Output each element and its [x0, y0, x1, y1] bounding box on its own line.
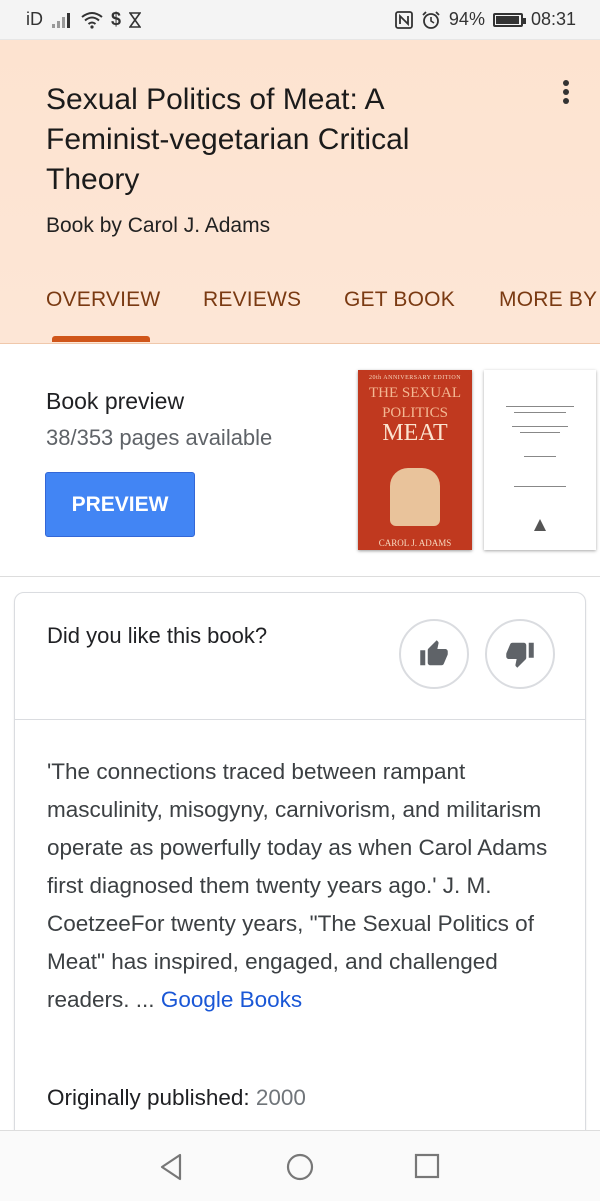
thumbs-up-icon [420, 640, 448, 666]
nfc-icon [395, 10, 413, 29]
originally-published: Originally published: 2000 [47, 1085, 306, 1111]
cover-title-line1: THE SEXUAL [368, 385, 462, 401]
published-label: Originally published: [47, 1085, 250, 1110]
tab-bar: OVERVIEW REVIEWS GET BOOK MORE BY [0, 280, 600, 342]
description-text: 'The connections traced between rampant … [47, 759, 548, 1012]
s-icon: $ [111, 9, 122, 29]
book-info-card: Did you like this book? 'The connections… [14, 592, 586, 1152]
publisher-logo-icon [534, 519, 546, 531]
rating-question: Did you like this book? [47, 623, 268, 648]
clock: 08:31 [530, 9, 576, 29]
book-title: Sexual Politics of Meat: A Feminist-vege… [46, 83, 410, 196]
cover-edition: 20th ANNIVERSARY EDITION [368, 375, 462, 381]
status-bar-left: iD $ [26, 9, 142, 30]
preview-title: Book preview [46, 388, 185, 414]
book-cover-image[interactable]: 20th ANNIVERSARY EDITION THE SEXUAL POLI… [358, 370, 472, 550]
book-description: 'The connections traced between rampant … [47, 753, 555, 1019]
card-divider [15, 719, 585, 720]
thumbs-down-button[interactable] [485, 619, 555, 689]
battery-percent: 94% [448, 9, 485, 29]
wifi-icon [81, 11, 103, 29]
preview-pages: 38/353 pages available [46, 425, 273, 450]
tab-more-by[interactable]: MORE BY [499, 288, 597, 312]
cover-title-line2: POLITICS [382, 405, 448, 421]
book-preview-section: Book preview 38/353 pages available PREV… [0, 344, 600, 577]
recents-icon[interactable] [414, 1153, 440, 1179]
tab-overview[interactable]: OVERVIEW [46, 288, 160, 312]
home-icon[interactable] [286, 1153, 314, 1181]
system-navigation-bar [0, 1130, 600, 1201]
battery-icon [492, 12, 526, 27]
status-bar: iD $ 94% 08:31 [0, 0, 600, 40]
cover-illustration [390, 468, 440, 526]
thumbs-up-button[interactable] [399, 619, 469, 689]
carrier-label: iD [26, 9, 43, 29]
preview-button[interactable]: PREVIEW [45, 472, 195, 537]
status-bar-right: 94% 08:31 [395, 9, 576, 30]
hourglass-icon [129, 11, 142, 28]
alarm-icon [421, 10, 441, 30]
cover-title-line4: MEAT [382, 420, 448, 446]
published-year: 2000 [255, 1085, 306, 1110]
signal-icon [51, 12, 73, 28]
book-header: Sexual Politics of Meat: A Feminist-vege… [0, 40, 600, 344]
back-icon[interactable] [158, 1153, 184, 1181]
more-options-icon[interactable] [558, 76, 574, 108]
book-title-page-image[interactable] [484, 370, 596, 550]
thumbs-down-icon [506, 642, 534, 668]
tab-get-book[interactable]: GET BOOK [344, 288, 455, 312]
battery-fill [495, 15, 519, 24]
cover-author: CAROL J. ADAMS [378, 538, 452, 548]
active-tab-indicator [52, 336, 150, 342]
google-books-link[interactable]: Google Books [161, 987, 302, 1012]
tab-reviews[interactable]: REVIEWS [203, 288, 301, 312]
book-author: Book by Carol J. Adams [46, 214, 271, 237]
